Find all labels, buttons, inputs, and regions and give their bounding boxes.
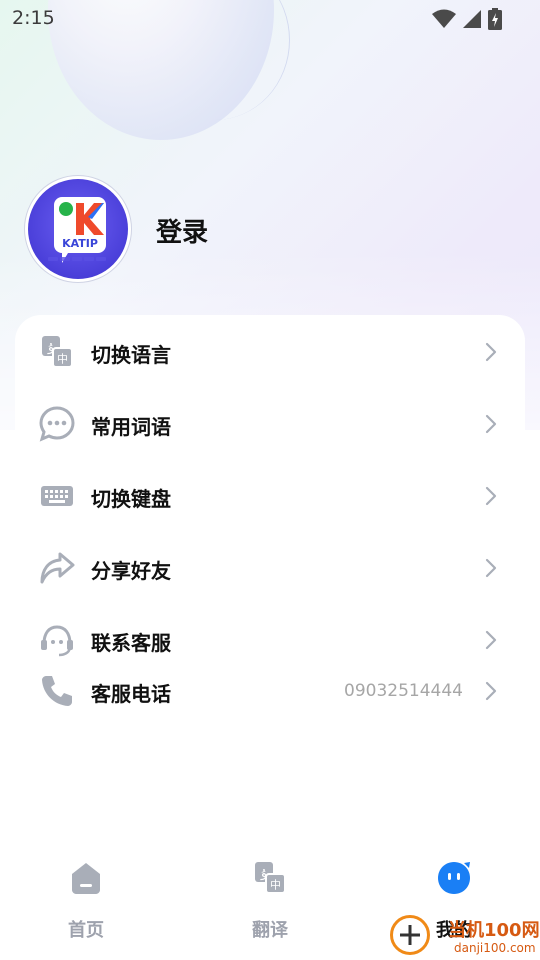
svg-text:中: 中 (57, 353, 68, 366)
avatar-logo-text: KATIP (62, 237, 98, 250)
nav-label: 翻译 (252, 920, 288, 941)
customer-service-icon (41, 625, 73, 657)
share-icon (40, 552, 75, 584)
signal-icon (463, 10, 481, 28)
nav-item-translate[interactable]: ۇ 中 翻译 (215, 860, 325, 950)
chat-bubble-icon (39, 406, 75, 442)
menu-label: 客服电话 (91, 682, 171, 706)
menu-label: 联系客服 (91, 631, 171, 655)
nav-label: 首页 (68, 920, 104, 941)
menu-item-switch-keyboard[interactable]: 切换键盘 (15, 468, 525, 524)
svg-text:中: 中 (270, 879, 281, 892)
phone-icon (42, 676, 72, 706)
status-icons (432, 8, 502, 30)
app-logo: KATIP (28, 179, 128, 279)
avatar[interactable]: KATIP (24, 175, 132, 283)
menu-item-share-friends[interactable]: 分享好友 (15, 540, 525, 596)
keyboard-icon (41, 486, 73, 506)
menu-item-support-phone[interactable]: 客服电话 09032514444 (15, 663, 525, 719)
support-phone-number: 09032514444 (344, 681, 463, 701)
chevron-right-icon (485, 414, 497, 434)
menu-item-contact-support[interactable]: 联系客服 (15, 612, 525, 668)
menu-card: ۇ 中 切换语言 常用词语 切换键盘 分享好友 联系客服 客服电话 090325… (15, 315, 525, 735)
wifi-icon (432, 9, 456, 28)
home-icon (72, 863, 100, 894)
profile-face-icon (438, 862, 470, 894)
menu-label: 切换键盘 (91, 487, 171, 511)
menu-item-common-phrases[interactable]: 常用词语 (15, 396, 525, 452)
chevron-right-icon (485, 342, 497, 362)
watermark-title: 当机100网 (448, 920, 540, 941)
status-time: 2:15 (12, 7, 55, 29)
status-bar: 2:15 (0, 0, 540, 36)
login-label[interactable]: 登录 (156, 212, 208, 249)
chevron-right-icon (485, 558, 497, 578)
katip-logo-icon (48, 197, 106, 263)
menu-label: 切换语言 (91, 343, 171, 367)
menu-label: 常用词语 (91, 415, 171, 439)
translate-icon: ۇ 中 (255, 862, 286, 894)
chevron-right-icon (485, 630, 497, 650)
watermark-url: danji100.com (454, 941, 536, 955)
chevron-right-icon (485, 681, 497, 701)
chevron-right-icon (485, 486, 497, 506)
nav-item-home[interactable]: 首页 (31, 860, 141, 950)
battery-charging-icon (488, 8, 502, 30)
watermark-logo-icon (390, 915, 430, 955)
menu-label: 分享好友 (91, 559, 171, 583)
menu-item-switch-language[interactable]: ۇ 中 切换语言 (15, 324, 525, 380)
translate-language-icon: ۇ 中 (42, 336, 73, 368)
watermark: 当机100网 danji100.com (388, 912, 540, 960)
